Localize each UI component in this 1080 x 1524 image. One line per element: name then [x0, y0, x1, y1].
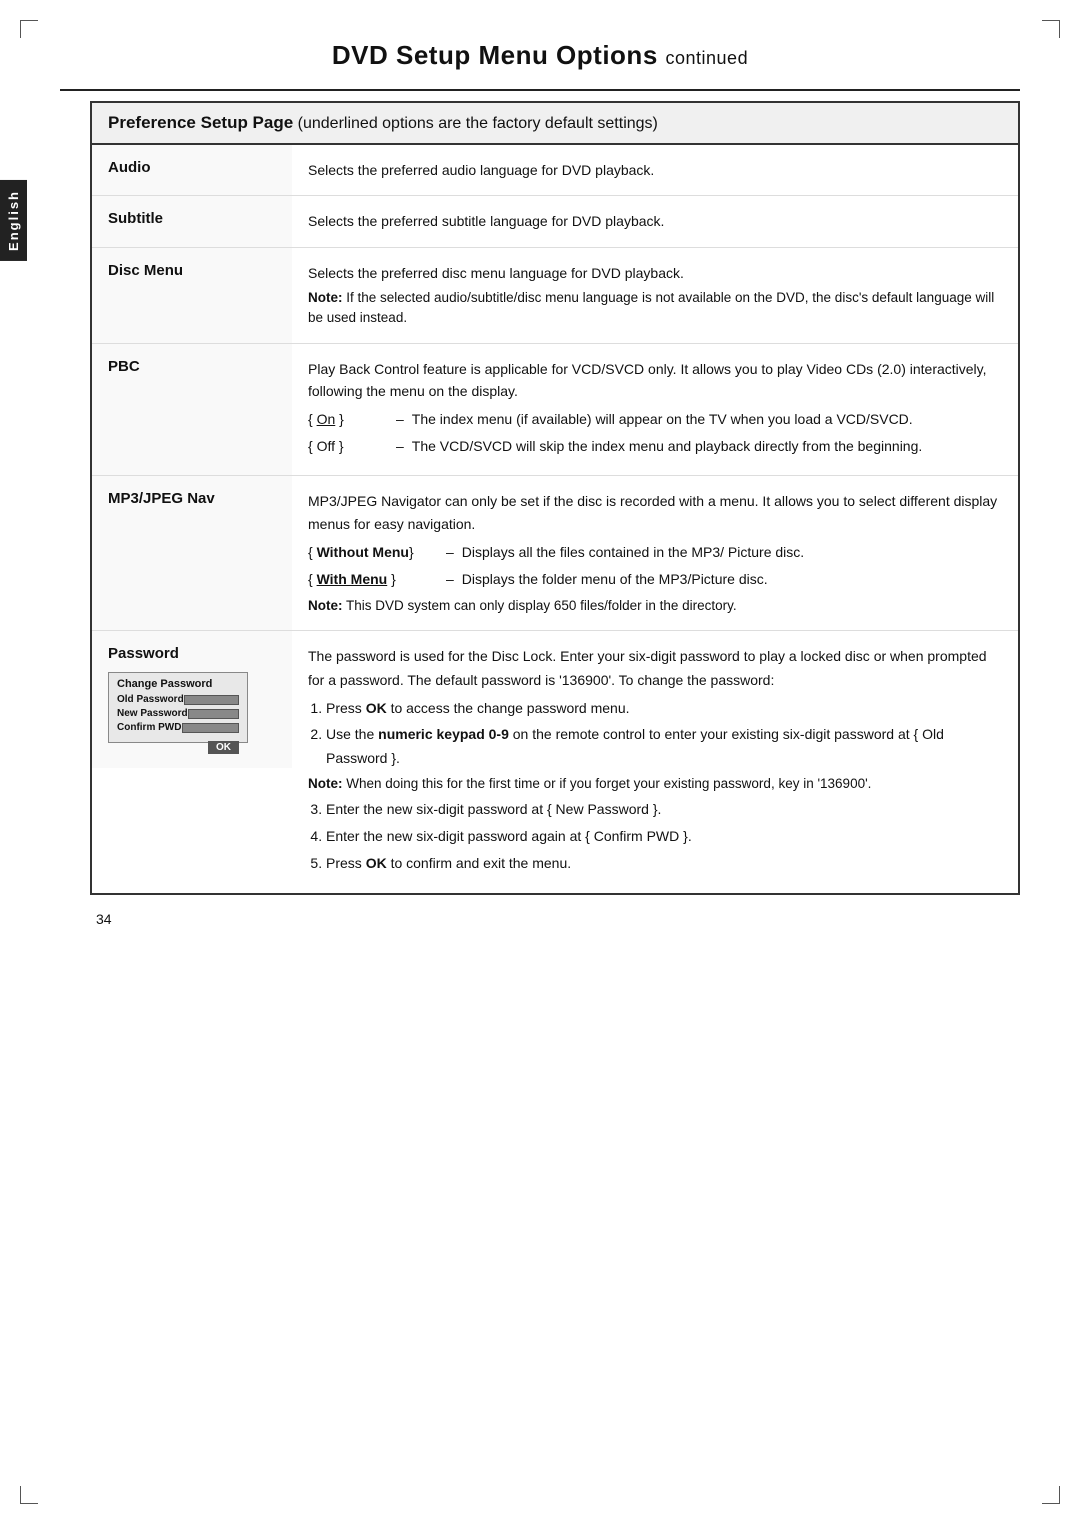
desc-password: The password is used for the Disc Lock. … [292, 631, 1018, 893]
password-steps: Press OK to access the change password m… [308, 697, 1002, 876]
new-pwd-input [188, 709, 239, 719]
mp3-with-key: { With Menu } [308, 568, 438, 590]
desc-mp3jpeg: MP3/JPEG Navigator can only be set if th… [292, 476, 1018, 630]
label-disc-menu: Disc Menu [92, 248, 292, 343]
pbc-off-dash: – [396, 435, 404, 457]
page-number: 34 [60, 911, 1020, 927]
pwd-field-new: New Password [117, 708, 239, 719]
label-mp3jpeg: MP3/JPEG Nav [92, 476, 292, 630]
password-label-text: Password [108, 645, 276, 662]
label-audio: Audio [92, 145, 292, 195]
page-title: DVD Setup Menu Options continued [60, 40, 1020, 71]
setting-row-password: Password Change Password Old Password Ne… [92, 631, 1018, 893]
setting-row-subtitle: Subtitle Selects the preferred subtitle … [92, 196, 1018, 247]
pref-header-bold: Preference Setup Page [108, 113, 293, 132]
setting-row-mp3jpeg: MP3/JPEG Nav MP3/JPEG Navigator can only… [92, 476, 1018, 631]
pbc-on-key: { On } [308, 408, 388, 430]
mp3-with-value: Displays the folder menu of the MP3/Pict… [462, 568, 1002, 590]
pwd-field-old: Old Password [117, 694, 239, 705]
label-subtitle: Subtitle [92, 196, 292, 246]
desc-pbc: Play Back Control feature is applicable … [292, 344, 1018, 476]
setting-row-audio: Audio Selects the preferred audio langua… [92, 145, 1018, 196]
title-continued: continued [666, 48, 749, 68]
disc-menu-note: Note: If the selected audio/subtitle/dis… [308, 288, 1002, 329]
content-box: Preference Setup Page (underlined option… [90, 101, 1020, 895]
pbc-on-dash: – [396, 408, 404, 430]
desc-subtitle: Selects the preferred subtitle language … [292, 196, 1018, 246]
mp3-options: { Without Menu} – Displays all the files… [308, 541, 1002, 591]
old-pwd-label: Old Password [117, 694, 184, 705]
mp3-without-value: Displays all the files contained in the … [462, 541, 1002, 563]
confirm-pwd-input [182, 723, 239, 733]
mp3-without-dash: – [446, 541, 454, 563]
pbc-option-on: { On } – The index menu (if available) w… [308, 408, 1002, 430]
change-pwd-title: Change Password [117, 678, 239, 690]
label-password: Password Change Password Old Password Ne… [92, 631, 292, 768]
title-main: DVD Setup Menu Options [332, 40, 658, 70]
mp3jpeg-text: MP3/JPEG Navigator can only be set if th… [308, 493, 997, 531]
pbc-off-key: { Off } [308, 435, 388, 457]
password-intro: The password is used for the Disc Lock. … [308, 645, 1002, 693]
pref-header: Preference Setup Page (underlined option… [92, 103, 1018, 145]
corner-mark-br [1042, 1486, 1060, 1504]
english-sidebar-label: English [0, 180, 27, 261]
desc-audio: Selects the preferred audio language for… [292, 145, 1018, 195]
pwd-step-2: Use the numeric keypad 0-9 on the remote… [326, 723, 1002, 771]
pwd-step-5: Press OK to confirm and exit the menu. [326, 852, 1002, 876]
pwd-step-4: Enter the new six-digit password again a… [326, 825, 1002, 849]
setting-row-disc-menu: Disc Menu Selects the preferred disc men… [92, 248, 1018, 344]
pwd-step-3: Enter the new six-digit password at { Ne… [326, 798, 1002, 822]
change-password-box: Change Password Old Password New Passwor… [108, 672, 248, 743]
mp3-with-dash: – [446, 568, 454, 590]
title-rule [60, 89, 1020, 91]
mp3-option-without: { Without Menu} – Displays all the files… [308, 541, 1002, 563]
disc-menu-text: Selects the preferred disc menu language… [308, 265, 684, 281]
label-pbc: PBC [92, 344, 292, 476]
corner-mark-bl [20, 1486, 38, 1504]
pbc-options: { On } – The index menu (if available) w… [308, 408, 1002, 457]
confirm-pwd-label: Confirm PWD [117, 722, 182, 733]
pwd-field-confirm: Confirm PWD [117, 722, 239, 733]
ok-button[interactable]: OK [208, 741, 239, 754]
new-pwd-label: New Password [117, 708, 188, 719]
pwd-note: Note: When doing this for the first time… [308, 774, 1002, 794]
pbc-off-value: The VCD/SVCD will skip the index menu an… [412, 435, 1002, 457]
mp3-option-with: { With Menu } – Displays the folder menu… [308, 568, 1002, 590]
old-pwd-input [184, 695, 239, 705]
corner-mark-tl [20, 20, 38, 38]
mp3-without-key: { Without Menu} [308, 541, 438, 563]
pwd-step-1: Press OK to access the change password m… [326, 697, 1002, 721]
setting-row-pbc: PBC Play Back Control feature is applica… [92, 344, 1018, 477]
pbc-on-value: The index menu (if available) will appea… [412, 408, 1002, 430]
page-container: English DVD Setup Menu Options continued… [0, 0, 1080, 1524]
desc-disc-menu: Selects the preferred disc menu language… [292, 248, 1018, 343]
pbc-text: Play Back Control feature is applicable … [308, 361, 987, 399]
pbc-option-off: { Off } – The VCD/SVCD will skip the ind… [308, 435, 1002, 457]
pref-header-subtitle: (underlined options are the factory defa… [298, 115, 658, 132]
corner-mark-tr [1042, 20, 1060, 38]
mp3jpeg-note: Note: This DVD system can only display 6… [308, 596, 1002, 616]
